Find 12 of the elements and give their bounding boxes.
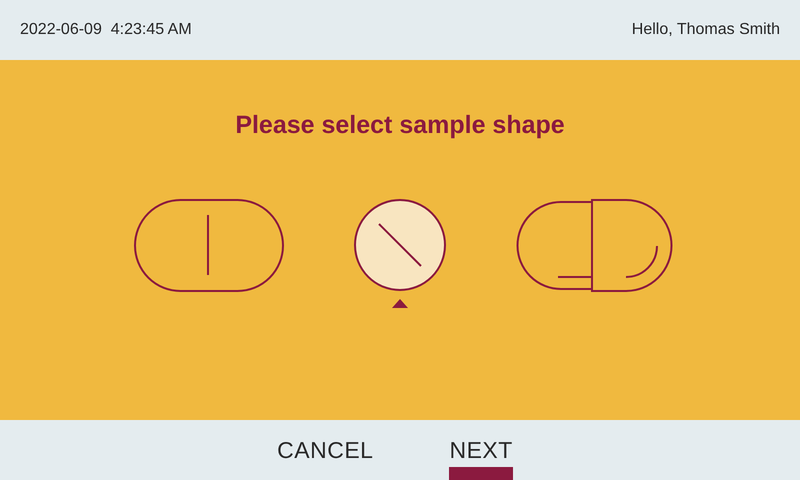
- capsule-icon: [516, 198, 672, 292]
- date-time: 2022-06-09 4:23:45 AM: [20, 20, 192, 40]
- shape-option[interactable]: [516, 198, 672, 292]
- selection-pointer-icon: [392, 298, 408, 308]
- greeting: Hello, Thomas Smith: [632, 20, 780, 40]
- shape-option[interactable]: [354, 198, 446, 290]
- split-capsule-icon: [134, 198, 284, 292]
- nav-button[interactable]: CANCEL: [277, 420, 374, 480]
- shape-option[interactable]: [134, 198, 284, 292]
- scored-round-icon: [354, 198, 446, 290]
- nav-button[interactable]: NEXT: [449, 420, 513, 480]
- page-title: Please select sample shape: [235, 110, 565, 141]
